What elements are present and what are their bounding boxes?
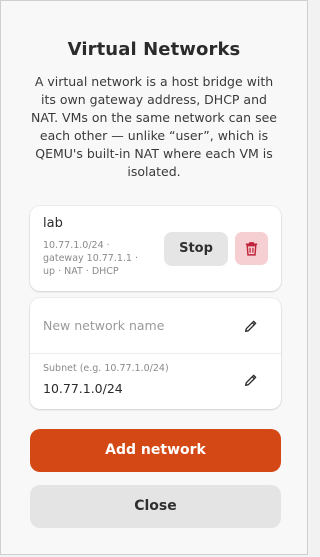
- subnet-label: Subnet (e.g. 10.77.1.0/24): [43, 363, 169, 374]
- new-network-form: New network name Subnet (e.g. 10.77.1.0/…: [30, 298, 281, 409]
- pencil-icon[interactable]: [243, 318, 259, 334]
- close-button[interactable]: Close: [30, 485, 281, 528]
- trash-icon: [245, 242, 258, 256]
- pencil-icon[interactable]: [243, 372, 259, 388]
- delete-network-button[interactable]: [235, 232, 268, 265]
- network-detail: 10.77.1.0/24 · gateway 10.77.1.1 · up · …: [43, 240, 139, 277]
- network-name-field[interactable]: New network name: [30, 298, 281, 354]
- virtual-networks-dialog: Virtual Networks A virtual network is a …: [0, 0, 308, 555]
- dialog-title: Virtual Networks: [67, 39, 241, 60]
- dialog-description: A virtual network is a host bridge with …: [31, 74, 277, 179]
- subnet-input[interactable]: 10.77.1.0/24: [43, 381, 123, 396]
- network-name: lab: [43, 216, 63, 231]
- subnet-field[interactable]: Subnet (e.g. 10.77.1.0/24) 10.77.1.0/24: [30, 354, 281, 409]
- network-card: lab 10.77.1.0/24 · gateway 10.77.1.1 · u…: [30, 206, 281, 291]
- network-name-input[interactable]: New network name: [43, 318, 164, 333]
- add-network-button[interactable]: Add network: [30, 429, 281, 472]
- stop-network-button[interactable]: Stop: [164, 232, 228, 266]
